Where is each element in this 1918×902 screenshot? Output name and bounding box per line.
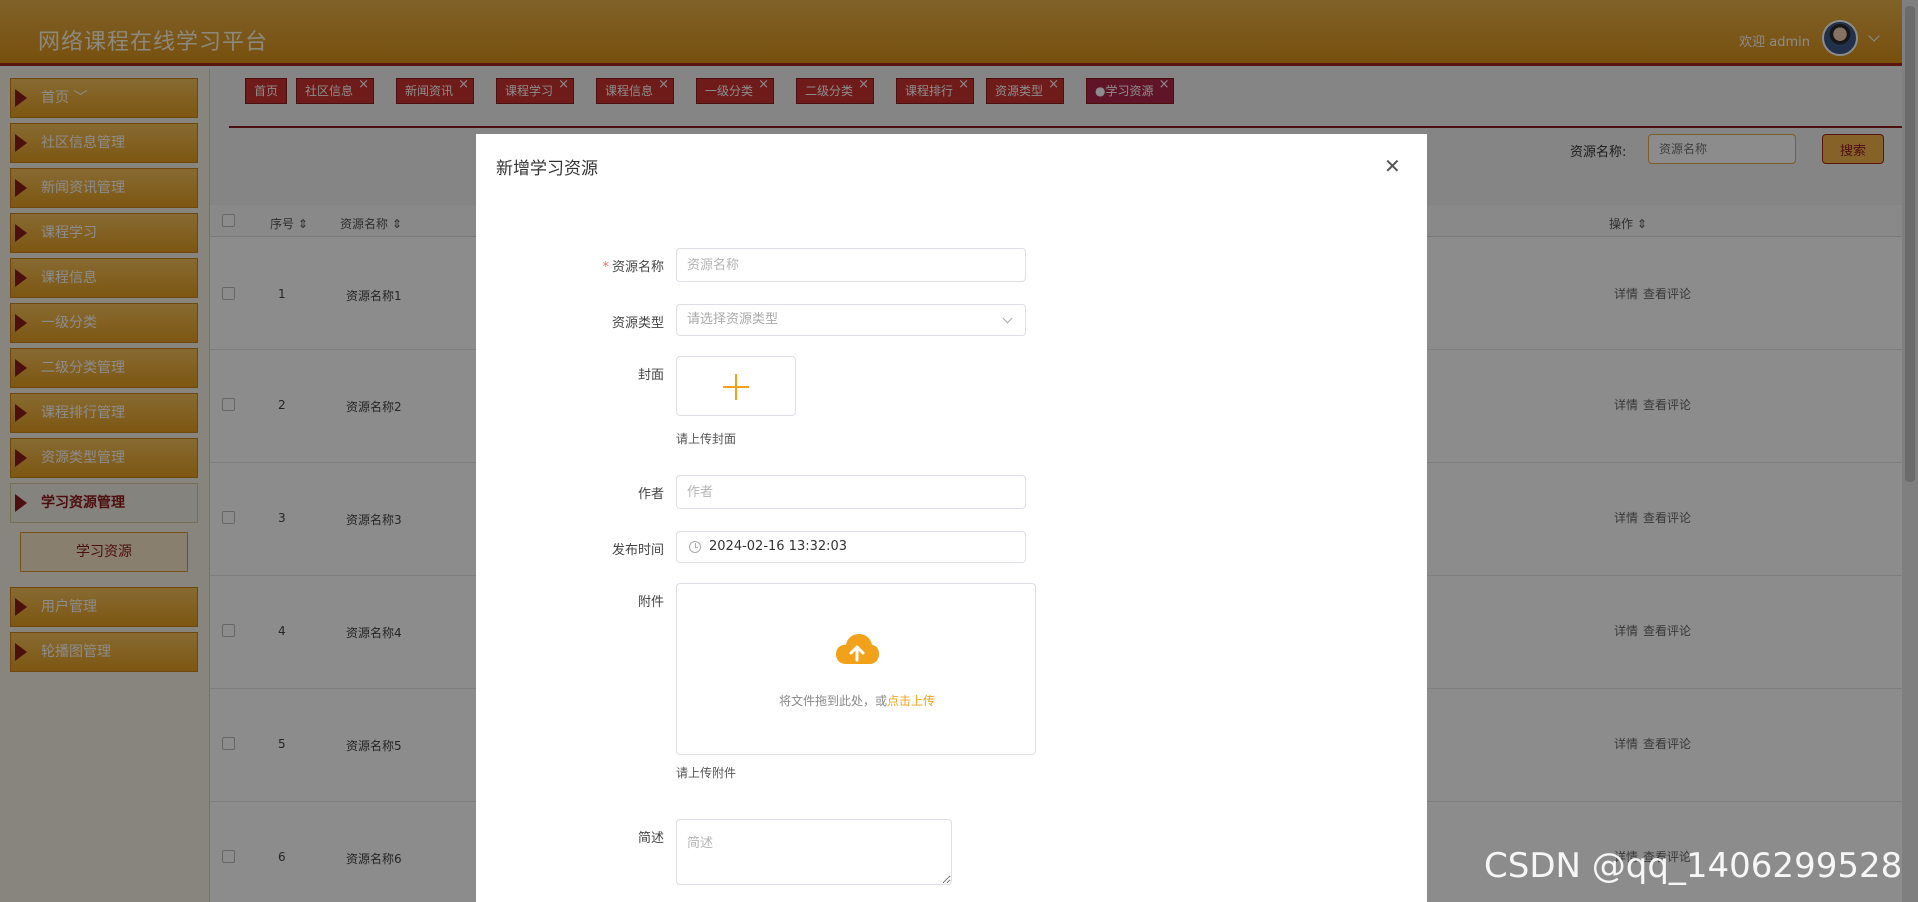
select-placeholder: 请选择资源类型 xyxy=(687,312,779,327)
cover-upload-button[interactable] xyxy=(676,356,796,416)
cover-hint: 请上传封面 xyxy=(676,432,737,446)
date-label: 发布时间 xyxy=(611,543,664,558)
attachment-dropzone[interactable]: 将文件拖到此处，或点击上传 xyxy=(676,583,1036,755)
attachment-hint: 请上传附件 xyxy=(676,766,737,780)
name-label-text: 资源名称 xyxy=(611,260,664,275)
cloud-upload-icon xyxy=(836,634,879,664)
drop-text: 将文件拖到此处，或点击上传 xyxy=(677,692,1037,709)
close-icon[interactable]: ✕ xyxy=(1384,154,1401,178)
dialog-title: 新增学习资源 xyxy=(496,159,598,179)
attachment-label: 附件 xyxy=(637,595,664,610)
plus-icon-vertical xyxy=(735,374,737,400)
publish-time-picker[interactable]: 2024-02-16 13:32:03 xyxy=(676,531,1026,563)
resource-type-select[interactable]: 请选择资源类型 xyxy=(676,304,1026,336)
drop-instruction: 将文件拖到此处，或 xyxy=(778,694,887,708)
add-resource-dialog: 新增学习资源 ✕ *资源名称 资源类型 请选择资源类型 封面 请上传封面 作者 … xyxy=(476,134,1427,902)
summary-label: 简述 xyxy=(637,831,664,846)
clock-icon xyxy=(689,541,701,553)
date-value: 2024-02-16 13:32:03 xyxy=(709,539,848,554)
click-upload-link[interactable]: 点击上传 xyxy=(887,694,935,708)
summary-textarea[interactable] xyxy=(676,819,952,885)
author-label: 作者 xyxy=(637,487,664,502)
name-label: * 资源名称 xyxy=(534,256,664,275)
chevron-down-icon xyxy=(1002,313,1013,324)
required-mark: * xyxy=(602,260,609,275)
type-label: 资源类型 xyxy=(611,316,664,331)
cover-label: 封面 xyxy=(637,368,664,383)
resource-name-input[interactable] xyxy=(676,248,1026,282)
watermark: CSDN @qq_1406299528 xyxy=(1484,846,1903,886)
author-input[interactable] xyxy=(676,475,1026,509)
